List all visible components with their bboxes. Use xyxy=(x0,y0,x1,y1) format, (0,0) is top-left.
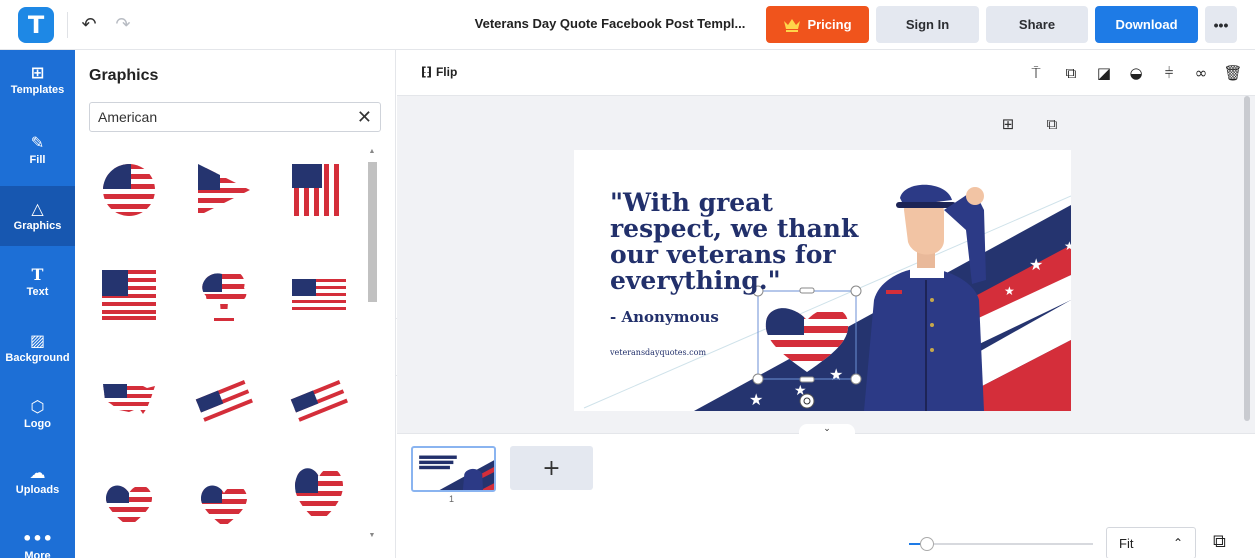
website-text[interactable]: veteransdayquotes.com xyxy=(610,348,706,357)
graphic-flag-heart-3[interactable] xyxy=(279,455,359,535)
editor-area: ⁅⁆ Flip ⍑ ⧉ ◪ ◒ ⫩ ∞ 🗑 ⊞ ⧉ ★ ★ ★ ★ ★ ★ "W… xyxy=(397,50,1255,558)
templates-icon: ⊞ xyxy=(30,63,45,82)
align-icon[interactable]: ⫩ xyxy=(1159,63,1179,83)
pages-strip: ⌄ 1 + Fit ⌃ ⧉ xyxy=(397,424,1255,558)
chevron-down-icon[interactable]: ⌄ xyxy=(799,424,855,438)
scroll-thumb[interactable] xyxy=(368,162,377,302)
search-box: ✕ xyxy=(89,102,381,132)
pricing-label: Pricing xyxy=(807,17,852,32)
rail-item-more[interactable]: ••• More xyxy=(0,516,75,558)
pricing-button[interactable]: Pricing xyxy=(766,6,869,43)
zoom-slider-handle[interactable] xyxy=(920,537,935,551)
rail-item-background[interactable]: ▨ Background xyxy=(0,318,75,378)
svg-text:★: ★ xyxy=(1064,239,1071,253)
opacity-icon[interactable]: ◒ xyxy=(1126,63,1146,83)
rail-label: Text xyxy=(26,286,49,298)
crown-icon xyxy=(784,18,801,32)
layer-icon[interactable]: ◪ xyxy=(1094,63,1114,83)
rail-item-graphics[interactable]: △ Graphics xyxy=(0,186,75,246)
graphic-flag-usa-map[interactable] xyxy=(89,360,169,440)
app-logo[interactable]: T xyxy=(18,7,54,43)
flip-icon: ⁅⁆ xyxy=(421,65,432,79)
sign-in-button[interactable]: Sign In xyxy=(876,6,979,43)
undo-icon[interactable]: ↶ xyxy=(78,13,100,35)
add-page-button[interactable]: + xyxy=(510,446,593,490)
shapes-icon: △ xyxy=(31,199,44,218)
rail-item-templates[interactable]: ⊞ Templates xyxy=(0,50,75,110)
graphics-grid xyxy=(89,150,369,558)
rail-label: Logo xyxy=(24,418,51,430)
graphic-flag-brush-2[interactable] xyxy=(279,360,359,440)
rail-item-logo[interactable]: ⬡ Logo xyxy=(0,384,75,444)
svg-text:★: ★ xyxy=(1004,284,1015,298)
document-title[interactable]: Veterans Day Quote Facebook Post Templ..… xyxy=(470,16,750,31)
scroll-down-icon[interactable]: ▼ xyxy=(367,532,377,539)
editor-toolbar: ⁅⁆ Flip ⍑ ⧉ ◪ ◒ ⫩ ∞ 🗑 xyxy=(397,50,1255,96)
duplicate-page-icon[interactable]: ⧉ xyxy=(1042,114,1062,134)
page-number: 1 xyxy=(449,494,455,504)
zoom-select[interactable]: Fit ⌃ xyxy=(1106,527,1196,558)
rail-label: Templates xyxy=(10,84,65,96)
rail-item-fill[interactable]: ✎ Fill xyxy=(0,120,75,180)
zoom-slider-track[interactable] xyxy=(909,543,1093,545)
graphic-flag-triangle[interactable] xyxy=(184,150,264,230)
svg-text:★: ★ xyxy=(829,367,843,384)
page-thumbnail[interactable] xyxy=(411,446,496,492)
upload-cloud-icon: ☁ xyxy=(29,463,46,482)
paint-roller-icon[interactable]: ⍑ xyxy=(1026,63,1046,83)
zoom-select-label: Fit xyxy=(1119,535,1134,551)
trash-icon[interactable]: 🗑 xyxy=(1223,63,1243,83)
rail-label: Graphics xyxy=(13,220,62,232)
rail-label: Fill xyxy=(29,154,46,166)
author-text[interactable]: - Anonymous xyxy=(610,308,719,326)
top-bar: T ↶ ↷ Veterans Day Quote Facebook Post T… xyxy=(0,0,1255,50)
redo-icon[interactable]: ↷ xyxy=(112,13,134,35)
background-icon: ▨ xyxy=(29,331,46,350)
flip-label: Flip xyxy=(435,65,458,79)
divider xyxy=(67,12,68,38)
clear-icon[interactable]: ✕ xyxy=(357,107,372,128)
left-rail: ⊞ Templates ✎ Fill △ Graphics T Text ▨ B… xyxy=(0,50,75,558)
svg-text:★: ★ xyxy=(1029,257,1043,274)
more-icon: ••• xyxy=(22,529,53,548)
share-button[interactable]: Share xyxy=(986,6,1088,43)
graphic-flag-brush-1[interactable] xyxy=(184,360,264,440)
search-input[interactable] xyxy=(90,103,350,131)
rail-item-uploads[interactable]: ☁ Uploads xyxy=(0,450,75,510)
quote-text[interactable]: "With great respect, we thank our vetera… xyxy=(610,190,870,294)
page-count-icon[interactable]: ⧉ xyxy=(1213,531,1226,552)
duplicate-icon[interactable]: ⧉ xyxy=(1061,63,1081,83)
flip-button[interactable]: ⁅⁆ Flip xyxy=(421,65,457,79)
rail-label: Uploads xyxy=(15,484,60,496)
graphics-panel: Graphics ✕ xyxy=(75,50,396,558)
graphic-flag-heart-2[interactable] xyxy=(184,465,264,545)
panel-title: Graphics xyxy=(89,67,159,84)
editor-scrollbar[interactable] xyxy=(1243,96,1251,421)
download-button[interactable]: Download xyxy=(1095,6,1198,43)
logo-icon: ⬡ xyxy=(30,397,45,416)
rail-item-text[interactable]: T Text xyxy=(0,252,75,312)
chevron-up-icon: ⌃ xyxy=(1172,536,1183,550)
add-element-icon[interactable]: ⊞ xyxy=(998,114,1018,134)
graphic-flag-heart-1[interactable] xyxy=(89,465,169,545)
thumbnail-preview xyxy=(413,448,494,490)
text-icon: T xyxy=(31,265,44,284)
graphic-flag-waving[interactable] xyxy=(279,255,359,335)
more-options-button[interactable]: ••• xyxy=(1205,6,1237,43)
graphic-flag-bars[interactable] xyxy=(279,150,359,230)
editor-scroll-thumb[interactable] xyxy=(1244,96,1250,421)
svg-text:★: ★ xyxy=(749,392,763,409)
graphic-flag-rectangle[interactable] xyxy=(89,255,169,335)
scroll-up-icon[interactable]: ▲ xyxy=(367,148,377,155)
rail-label: Background xyxy=(5,352,70,364)
design-artboard[interactable]: ★ ★ ★ ★ ★ ★ "With great respect, we than… xyxy=(574,150,1071,411)
pencil-icon: ✎ xyxy=(30,133,45,152)
link-icon[interactable]: ∞ xyxy=(1191,63,1211,83)
graphic-flag-tree[interactable] xyxy=(184,255,264,335)
panel-scrollbar[interactable]: ▲ ▼ xyxy=(367,146,377,546)
rail-label: More xyxy=(24,550,51,558)
graphic-flag-circle[interactable] xyxy=(89,150,169,230)
soldier-illustration xyxy=(864,184,986,411)
